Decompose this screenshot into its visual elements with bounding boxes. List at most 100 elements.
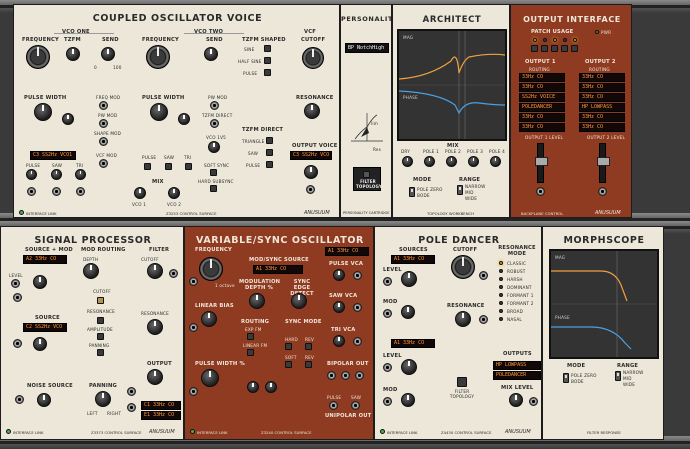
vco1-pulse-jack[interactable] [27, 187, 36, 196]
pulse-vca-knob[interactable] [333, 269, 345, 281]
output-voice-jack[interactable] [306, 185, 315, 194]
noise-level-knob[interactable] [37, 393, 51, 407]
mod-b-knob[interactable] [401, 393, 415, 407]
unipolar-pulse-jack[interactable] [329, 401, 338, 410]
mix-level-knob[interactable] [509, 393, 523, 407]
architect-pole4-knob[interactable] [490, 156, 501, 167]
vco1-pulse-level-knob[interactable] [26, 169, 37, 180]
level-a-knob[interactable] [401, 271, 417, 287]
freq-mod-jack[interactable] [99, 101, 108, 110]
mix-vco2-knob[interactable] [168, 187, 180, 199]
pulse-width-knob[interactable] [201, 369, 219, 387]
right-out-display[interactable]: E1 33Hz CO [141, 411, 181, 420]
pulse-vca-jack[interactable] [353, 271, 362, 280]
morph-range-switch[interactable] [615, 371, 621, 381]
bipolar-tri-jack[interactable] [355, 371, 364, 380]
rev-soft-button[interactable] [305, 361, 312, 368]
vcf-mod-jack[interactable] [99, 159, 108, 168]
out2-route-6[interactable]: 33Hz CO [579, 123, 625, 132]
vco1-tzfm-knob[interactable] [66, 47, 80, 61]
level-b-knob[interactable] [401, 359, 417, 375]
mod-jack-b[interactable] [13, 293, 22, 302]
architect-pole3-knob[interactable] [468, 156, 479, 167]
morph-mode-switch[interactable] [563, 373, 569, 383]
level-a-jack[interactable] [383, 277, 392, 286]
route-resonance-button[interactable] [97, 317, 104, 324]
left-out-display[interactable]: C1 33Hz CO [141, 401, 181, 410]
vco2-send-knob[interactable] [204, 47, 218, 61]
vco2-saw-button[interactable] [165, 163, 172, 170]
vco1-saw-level-knob[interactable] [51, 169, 62, 180]
route-cutoff-button[interactable] [97, 297, 104, 304]
out2-route-4[interactable]: HP LOWPASS [579, 103, 625, 112]
route-panning-button[interactable] [97, 349, 104, 356]
vs-v-oct-jack[interactable] [189, 277, 198, 286]
source-mod-level-knob[interactable] [33, 275, 47, 289]
patch-btn-c[interactable] [551, 45, 558, 52]
saw-vca-jack[interactable] [353, 303, 362, 312]
vs-frequency-knob[interactable] [199, 257, 223, 281]
out1-route-2[interactable]: 33Hz CO [519, 83, 565, 92]
vco-1vs-knob[interactable] [208, 141, 220, 153]
pulse-width-jack[interactable] [189, 387, 198, 396]
out2-route-1[interactable]: 33Hz CO [579, 73, 625, 82]
architect-mode-switch[interactable] [409, 187, 415, 197]
modulation-depth-knob[interactable] [249, 293, 265, 309]
output-voice-knob[interactable] [304, 165, 318, 179]
saw-button[interactable] [266, 149, 273, 156]
pole-cutoff-knob[interactable] [451, 255, 475, 279]
bipolar-pulse-jack[interactable] [327, 371, 336, 380]
architect-range-switch[interactable] [457, 185, 463, 195]
out1-route-4[interactable]: POLEDANCER [519, 103, 565, 112]
vco2-pulse-width-knob[interactable] [150, 103, 168, 121]
architect-pole2-knob[interactable] [446, 156, 457, 167]
noise-jack[interactable] [15, 395, 24, 404]
out1-route-1[interactable]: 33Hz CO [519, 73, 565, 82]
mode-7-label[interactable]: NASAL [507, 317, 522, 322]
sine-button[interactable] [264, 45, 271, 52]
routing-knob-b[interactable] [265, 381, 277, 393]
filter-cutoff-knob[interactable] [147, 263, 163, 279]
vco1-tri-level-knob[interactable] [75, 169, 86, 180]
source-mod-display[interactable]: A2 33Hz CO [23, 255, 67, 264]
source-b-display[interactable]: A1 33Hz CO [391, 339, 435, 348]
filter-resonance-knob[interactable] [147, 319, 163, 335]
linear-fm-button[interactable] [247, 349, 254, 356]
rev-hard-button[interactable] [305, 343, 312, 350]
triangle-button[interactable] [266, 137, 273, 144]
vco1-saw-jack[interactable] [52, 187, 61, 196]
vco2-tri-button[interactable] [185, 163, 192, 170]
vco1-pulse-width-knob[interactable] [34, 103, 52, 121]
panning-knob[interactable] [95, 391, 111, 407]
mod-jack-a[interactable] [11, 279, 20, 288]
tri-vca-jack[interactable] [353, 337, 362, 346]
pw-mod2-jack[interactable] [210, 101, 219, 110]
saw-vca-knob[interactable] [333, 301, 345, 313]
mod-depth-knob[interactable] [83, 263, 99, 279]
pole-cutoff-jack[interactable] [479, 271, 488, 280]
out1-route-6[interactable]: 33Hz CO [519, 123, 565, 132]
pulse-shaped-button[interactable] [264, 69, 271, 76]
mode-5-label[interactable]: FORMANT 2 [507, 301, 534, 306]
output1-jack[interactable] [536, 187, 545, 196]
mod-a-jack[interactable] [383, 309, 392, 318]
vco1-pw-knob-2[interactable] [62, 113, 74, 125]
vcf-resonance-knob[interactable] [304, 103, 320, 119]
out2-route-2[interactable]: 33Hz CO [579, 83, 625, 92]
out-b-display[interactable]: POLEDANCER [493, 371, 541, 380]
vco2-frequency-knob[interactable] [146, 45, 170, 69]
soft-sync-button[interactable] [210, 169, 217, 176]
pw-mod-jack[interactable] [99, 119, 108, 128]
hard-sync-mode-button[interactable] [285, 343, 292, 350]
half-sine-button[interactable] [264, 57, 271, 64]
linear-bias-jack[interactable] [189, 323, 198, 332]
mod-sync-display[interactable]: A1 33Hz CO [253, 265, 303, 274]
mod-b-jack[interactable] [383, 397, 392, 406]
pole-resonance-knob[interactable] [455, 311, 471, 327]
right-jack[interactable] [127, 403, 136, 412]
soft-sync-mode-button[interactable] [285, 361, 292, 368]
mode-6-label[interactable]: BROAD [507, 309, 523, 314]
pole-out-jack[interactable] [529, 397, 538, 406]
pulse-direct-button[interactable] [266, 161, 273, 168]
hard-sync-button[interactable] [210, 185, 217, 192]
